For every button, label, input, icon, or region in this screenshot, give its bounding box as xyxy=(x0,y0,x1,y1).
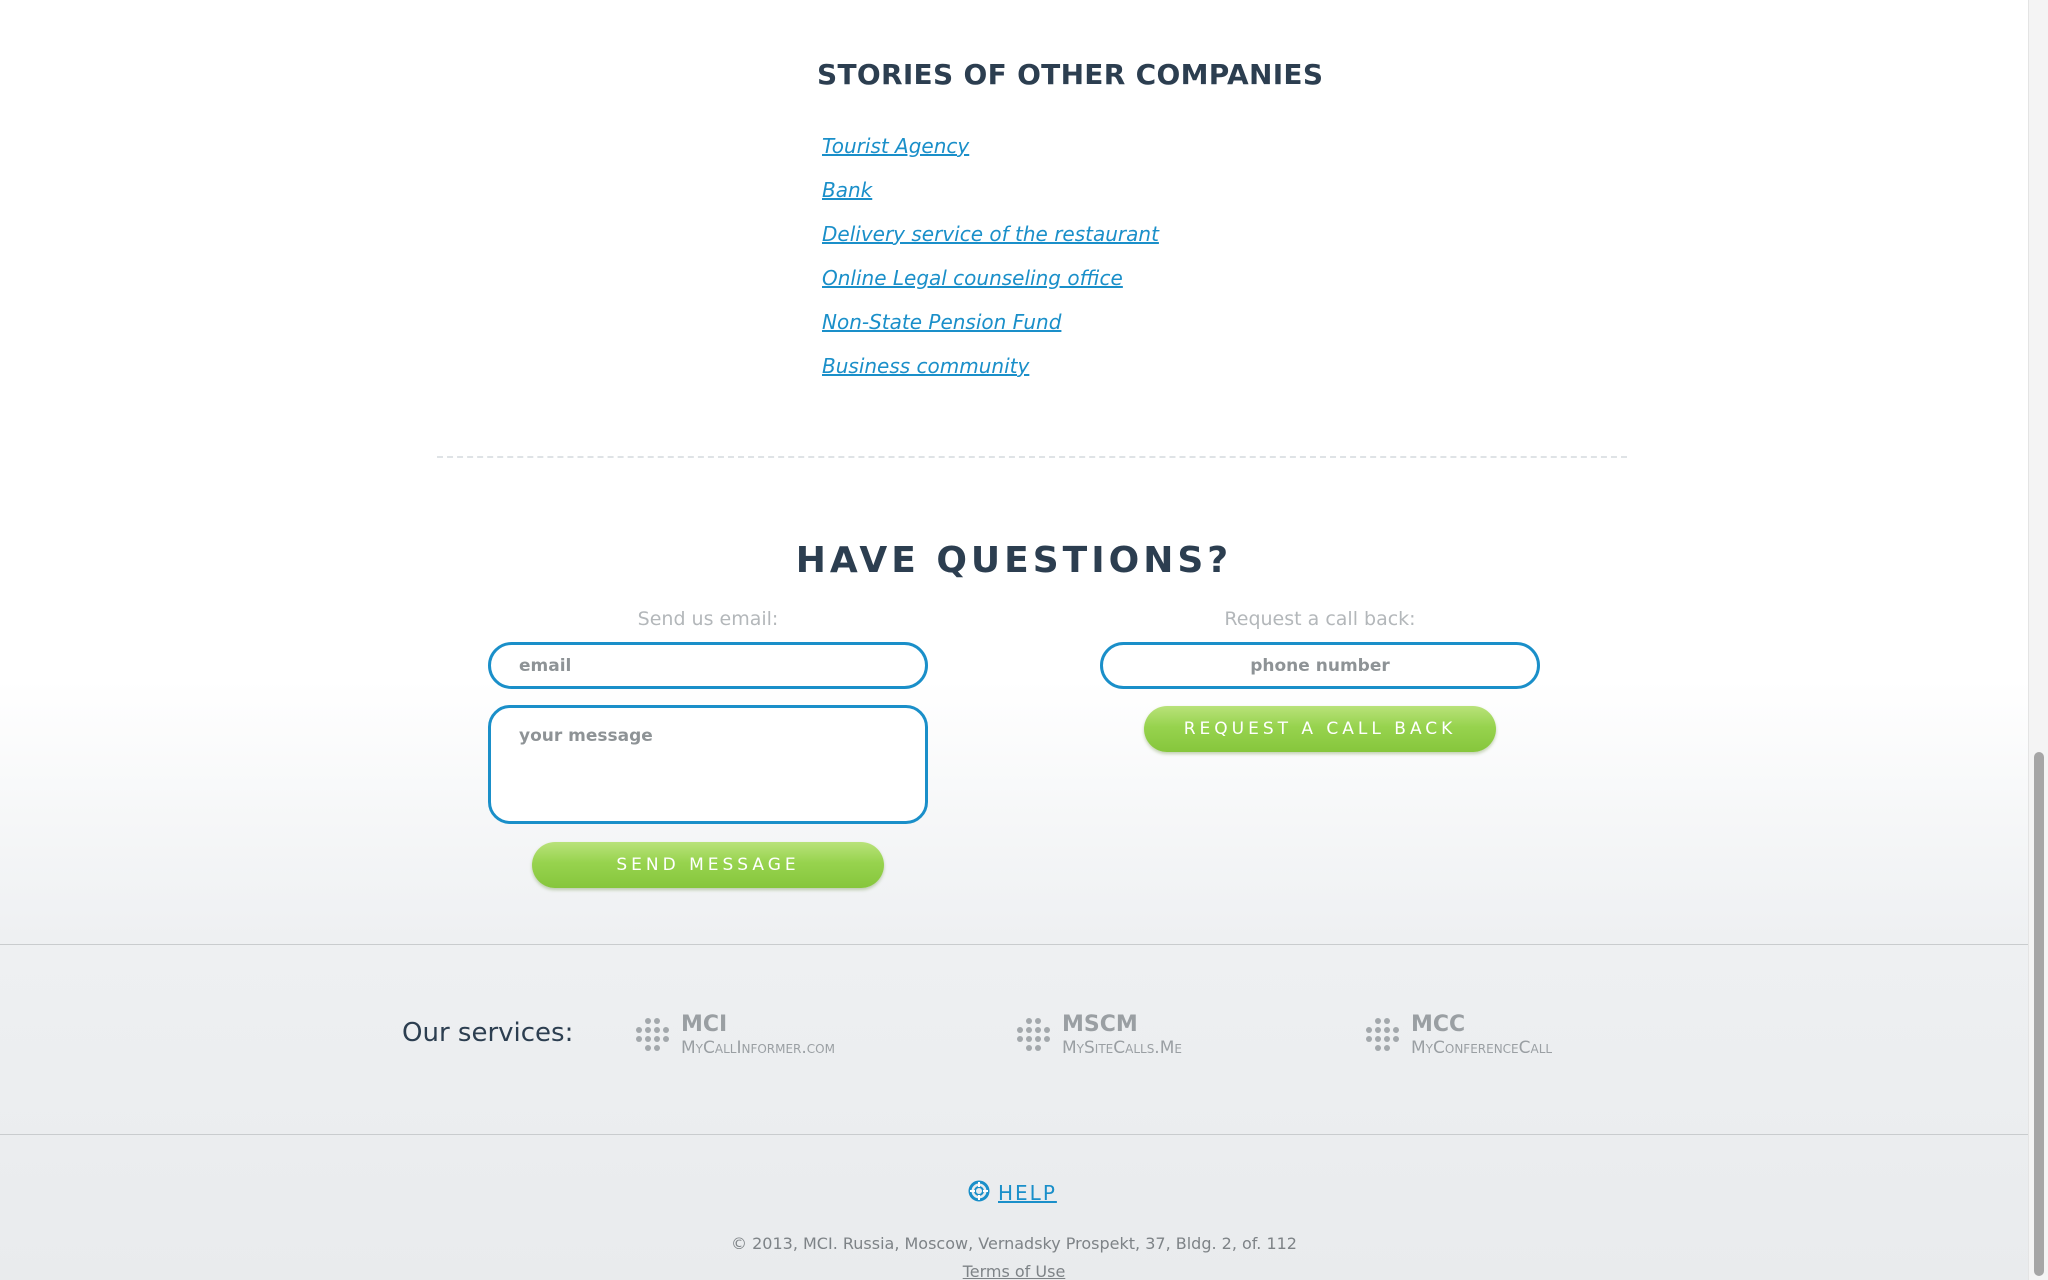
message-field[interactable] xyxy=(488,705,928,824)
service-abbr: MSCM xyxy=(1062,1012,1138,1037)
send-message-button[interactable]: SEND MESSAGE xyxy=(532,842,884,888)
help-link[interactable]: HELP xyxy=(968,1180,1057,1206)
dots-logo-icon xyxy=(1366,1018,1400,1052)
help-label: HELP xyxy=(998,1181,1057,1205)
lifebuoy-icon xyxy=(968,1180,990,1206)
email-field[interactable] xyxy=(488,642,928,689)
vertical-scrollbar[interactable] xyxy=(2028,0,2048,1280)
scrollbar-thumb[interactable] xyxy=(2034,752,2044,1276)
services-top-rule xyxy=(0,944,2028,945)
story-link-bank[interactable]: Bank xyxy=(822,178,872,202)
services-label: Our services: xyxy=(402,1018,574,1048)
service-abbr: MCC xyxy=(1411,1012,1466,1037)
email-form-label: Send us email: xyxy=(637,608,779,630)
story-link-tourist-agency[interactable]: Tourist Agency xyxy=(822,134,969,158)
dots-logo-icon xyxy=(1017,1018,1051,1052)
call-back-form-label: Request a call back: xyxy=(1224,608,1416,630)
list-item: Online Legal counseling office xyxy=(822,266,1159,310)
stories-title: STORIES OF OTHER COMPANIES xyxy=(817,58,1324,91)
copyright-text: © 2013, MCI. Russia, Moscow, Vernadsky P… xyxy=(731,1234,1297,1253)
section-divider xyxy=(437,456,1627,458)
story-link-legal-counseling[interactable]: Online Legal counseling office xyxy=(822,266,1123,290)
list-item: Non-State Pension Fund xyxy=(822,310,1159,354)
list-item: Business community xyxy=(822,354,1159,398)
service-domain: MySiteCalls.Me xyxy=(1062,1038,1182,1058)
story-link-restaurant-delivery[interactable]: Delivery service of the restaurant xyxy=(822,222,1159,246)
page: STORIES OF OTHER COMPANIES Tourist Agenc… xyxy=(0,0,2048,1280)
terms-container: Terms of Use xyxy=(0,1262,2028,1280)
list-item: Delivery service of the restaurant xyxy=(822,222,1159,266)
terms-of-use-link[interactable]: Terms of Use xyxy=(963,1262,1066,1280)
story-link-business-community[interactable]: Business community xyxy=(822,354,1029,378)
dots-logo-icon xyxy=(636,1018,670,1052)
list-item: Bank xyxy=(822,178,1159,222)
service-abbr: MCI xyxy=(681,1012,728,1037)
service-domain: MyConferenceCall xyxy=(1411,1038,1553,1058)
list-item: Tourist Agency xyxy=(822,134,1159,178)
request-call-back-button[interactable]: REQUEST A CALL BACK xyxy=(1144,706,1496,752)
phone-number-field[interactable] xyxy=(1100,642,1540,689)
stories-list: Tourist Agency Bank Delivery service of … xyxy=(822,134,1159,398)
service-domain: MyCallInformer.com xyxy=(681,1038,835,1058)
questions-title: HAVE QUESTIONS? xyxy=(795,540,1233,581)
story-link-pension-fund[interactable]: Non-State Pension Fund xyxy=(822,310,1061,334)
footer-top-rule xyxy=(0,1134,2028,1135)
